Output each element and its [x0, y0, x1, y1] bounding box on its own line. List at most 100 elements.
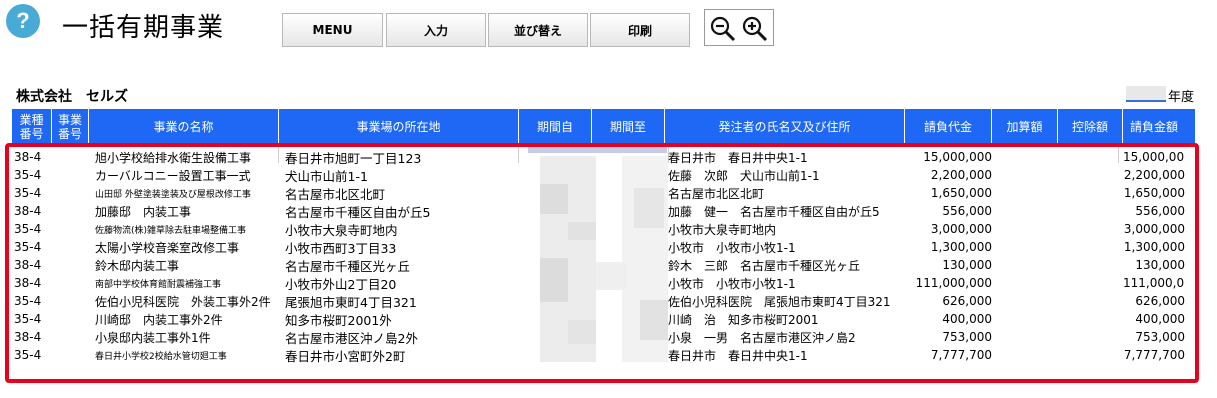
cell-contract: 1,650,000 — [930, 186, 992, 200]
cell-addr: 名古屋市千種区自由が丘5 — [285, 204, 431, 220]
cell-total: 130,000 — [1135, 258, 1185, 272]
cell-name: 山田邸 外壁塗装塗装及び屋根改修工事 — [95, 189, 251, 200]
cell-client: 佐伯小児科医院 尾張旭市東町4丁目321 — [668, 294, 891, 309]
cell-contract: 111,000,000 — [915, 276, 992, 290]
col-ded[interactable]: 控除額 — [1058, 109, 1123, 145]
table-row[interactable]: 38-4 鈴木邸内装工事 名古屋市千種区光ヶ丘 鈴木 三郎 名古屋市千種区光ヶ丘 130… — [12, 256, 1195, 274]
col-add[interactable]: 加算額 — [992, 109, 1058, 145]
cell-kind: 35-4 — [14, 168, 42, 182]
table-row[interactable]: 35-4 春日井小学校2校給水管切廻工事 春日井市小宮町外2町 春日井市 春日井中央1… — [12, 346, 1195, 364]
col-name[interactable]: 事業の名称 — [89, 109, 279, 145]
cell-name: 南部中学校体育館耐震補強工事 — [95, 279, 222, 290]
cell-kind: 38-4 — [14, 276, 42, 290]
cell-client: 川崎 治 知多市桜町2001 — [668, 312, 819, 327]
cell-contract: 15,000,000 — [923, 150, 992, 164]
table-row[interactable]: 38-4 旭小学校給排水衛生設備工事 春日井市旭町一丁目123 春日井市 春日井中央1… — [12, 148, 1195, 166]
cell-kind: 38-4 — [14, 330, 42, 344]
col-client[interactable]: 発注者の氏名又及び住所 — [665, 109, 905, 145]
cell-kind: 35-4 — [14, 348, 42, 362]
cell-client: 小泉 一男 名古屋市港区沖ノ島2 — [668, 330, 856, 345]
col-to[interactable]: 期間至 — [592, 109, 665, 145]
cell-contract: 7,777,700 — [930, 348, 992, 362]
help-icon[interactable]: ? — [6, 4, 40, 38]
cell-kind: 35-4 — [14, 186, 42, 200]
cell-client: 春日井市 春日井中央1-1 — [668, 348, 808, 363]
cell-addr: 春日井市旭町一丁目123 — [285, 150, 422, 166]
table-row[interactable]: 38-4 加藤邸 内装工事 名古屋市千種区自由が丘5 加藤 健一 名古屋市千種区自由が… — [12, 202, 1195, 220]
table-row[interactable]: 35-4 佐藤物流(株)雑草除去駐車場整備工事 小牧市大泉寺町地内 小牧市大泉寺町地内… — [12, 220, 1195, 238]
table-row[interactable]: 35-4 川崎邸 内装工事外2件 知多市桜町2001外 川崎 治 知多市桜町2001 4… — [12, 310, 1195, 328]
cell-name: カーバルコニー設置工事一式 — [95, 168, 251, 183]
cell-addr: 名古屋市千種区光ヶ丘 — [285, 258, 411, 274]
cell-client: 小牧市大泉寺町地内 — [668, 222, 777, 237]
cell-kind: 38-4 — [14, 258, 42, 272]
cell-client: 名古屋市北区北町 — [668, 186, 765, 201]
cell-addr: 小牧市大泉寺町地内 — [285, 222, 398, 238]
input-button[interactable]: 入力 — [386, 13, 486, 47]
cell-total: 556,000 — [1135, 204, 1185, 218]
company-name: 株式会社 セルズ — [16, 89, 128, 105]
table-row[interactable]: 38-4 南部中学校体育館耐震補強工事 小牧市外山2丁目20 小牧市 小牧市小牧1-1… — [12, 274, 1195, 292]
cell-name: 川崎邸 内装工事外2件 — [95, 312, 223, 327]
cell-contract: 2,200,000 — [930, 168, 992, 182]
cell-addr: 尾張旭市東町4丁目321 — [285, 294, 417, 310]
cell-client: 春日井市 春日井中央1-1 — [668, 150, 808, 165]
cell-total: 2,200,000 — [1123, 168, 1185, 182]
cell-addr: 小牧市西町3丁目33 — [285, 240, 397, 256]
cell-total: 111,000,000 — [1123, 276, 1185, 290]
cell-name: 小泉邸内装工事外1件 — [95, 330, 211, 345]
cell-addr: 名古屋市港区沖ノ島2外 — [285, 330, 418, 346]
cell-client: 鈴木 三郎 名古屋市千種区光ヶ丘 — [668, 258, 861, 273]
cell-total: 626,000 — [1135, 294, 1185, 308]
cell-addr: 知多市桜町2001外 — [285, 312, 392, 328]
page-title: 一括有期事業 — [62, 13, 225, 43]
cell-kind: 35-4 — [14, 312, 42, 326]
table-row[interactable]: 35-4 カーバルコニー設置工事一式 犬山市山前1-1 佐藤 次郎 犬山市山前1-1 2… — [12, 166, 1195, 184]
cell-total: 400,000 — [1135, 312, 1185, 326]
cell-name: 旭小学校給排水衛生設備工事 — [95, 150, 252, 165]
cell-contract: 3,000,000 — [930, 222, 992, 236]
zoom-controls — [704, 9, 774, 46]
cell-name: 佐伯小児科医院 外装工事外2件 — [95, 294, 271, 309]
cell-contract: 556,000 — [942, 204, 992, 218]
col-addr[interactable]: 事業場の所在地 — [279, 109, 519, 145]
table-row[interactable]: 35-4 山田邸 外壁塗装塗装及び屋根改修工事 名古屋市北区北町 名古屋市北区北町 1,… — [12, 184, 1195, 202]
cell-total: 7,777,700 — [1123, 348, 1185, 362]
cell-name: 佐藤物流(株)雑草除去駐車場整備工事 — [95, 225, 247, 236]
cell-kind: 38-4 — [14, 150, 42, 164]
cell-addr: 春日井市小宮町外2町 — [285, 348, 406, 364]
cell-name: 春日井小学校2校給水管切廻工事 — [95, 351, 227, 362]
cell-contract: 130,000 — [942, 258, 992, 272]
print-button[interactable]: 印刷 — [590, 13, 690, 47]
col-from[interactable]: 期間自 — [519, 109, 592, 145]
cell-name: 太陽小学校音楽室改修工事 — [95, 240, 240, 255]
table-row[interactable]: 35-4 太陽小学校音楽室改修工事 小牧市西町3丁目33 小牧市 小牧市小牧1-1 1,… — [12, 238, 1195, 256]
cell-contract: 626,000 — [942, 294, 992, 308]
table-row[interactable]: 35-4 佐伯小児科医院 外装工事外2件 尾張旭市東町4丁目321 佐伯小児科医院 尾… — [12, 292, 1195, 310]
cell-total: 1,650,000 — [1123, 186, 1185, 200]
year-input[interactable] — [1126, 86, 1166, 102]
cell-total: 753,000 — [1135, 330, 1185, 344]
cell-kind: 35-4 — [14, 240, 42, 254]
cell-contract: 753,000 — [942, 330, 992, 344]
col-kind[interactable]: 業種 番号 — [12, 109, 52, 145]
cell-contract: 400,000 — [942, 312, 992, 326]
cell-total: 15,000,000 — [1123, 150, 1185, 164]
menu-button[interactable]: MENU — [282, 13, 383, 47]
cell-name: 鈴木邸内装工事 — [95, 258, 180, 273]
col-total[interactable]: 請負金額 — [1123, 109, 1185, 145]
col-jno[interactable]: 事業 番号 — [52, 109, 89, 145]
cell-kind: 35-4 — [14, 222, 42, 236]
cell-addr: 犬山市山前1-1 — [285, 168, 368, 184]
cell-addr: 名古屋市北区北町 — [285, 186, 386, 202]
zoom-out-icon[interactable] — [709, 15, 737, 43]
cell-contract: 1,300,000 — [930, 240, 992, 254]
cell-name: 加藤邸 内装工事 — [95, 204, 192, 219]
col-contract[interactable]: 請負代金 — [905, 109, 992, 145]
cell-client: 小牧市 小牧市小牧1-1 — [668, 276, 796, 291]
table-header: 業種 番号 事業 番号 事業の名称 事業場の所在地 期間自 期間至 発注者の氏名… — [12, 109, 1195, 145]
sort-button[interactable]: 並び替え — [488, 13, 588, 47]
cell-total: 1,300,000 — [1123, 240, 1185, 254]
zoom-in-icon[interactable] — [741, 15, 769, 43]
table-row[interactable]: 38-4 小泉邸内装工事外1件 名古屋市港区沖ノ島2外 小泉 一男 名古屋市港区沖ノ島… — [12, 328, 1195, 346]
